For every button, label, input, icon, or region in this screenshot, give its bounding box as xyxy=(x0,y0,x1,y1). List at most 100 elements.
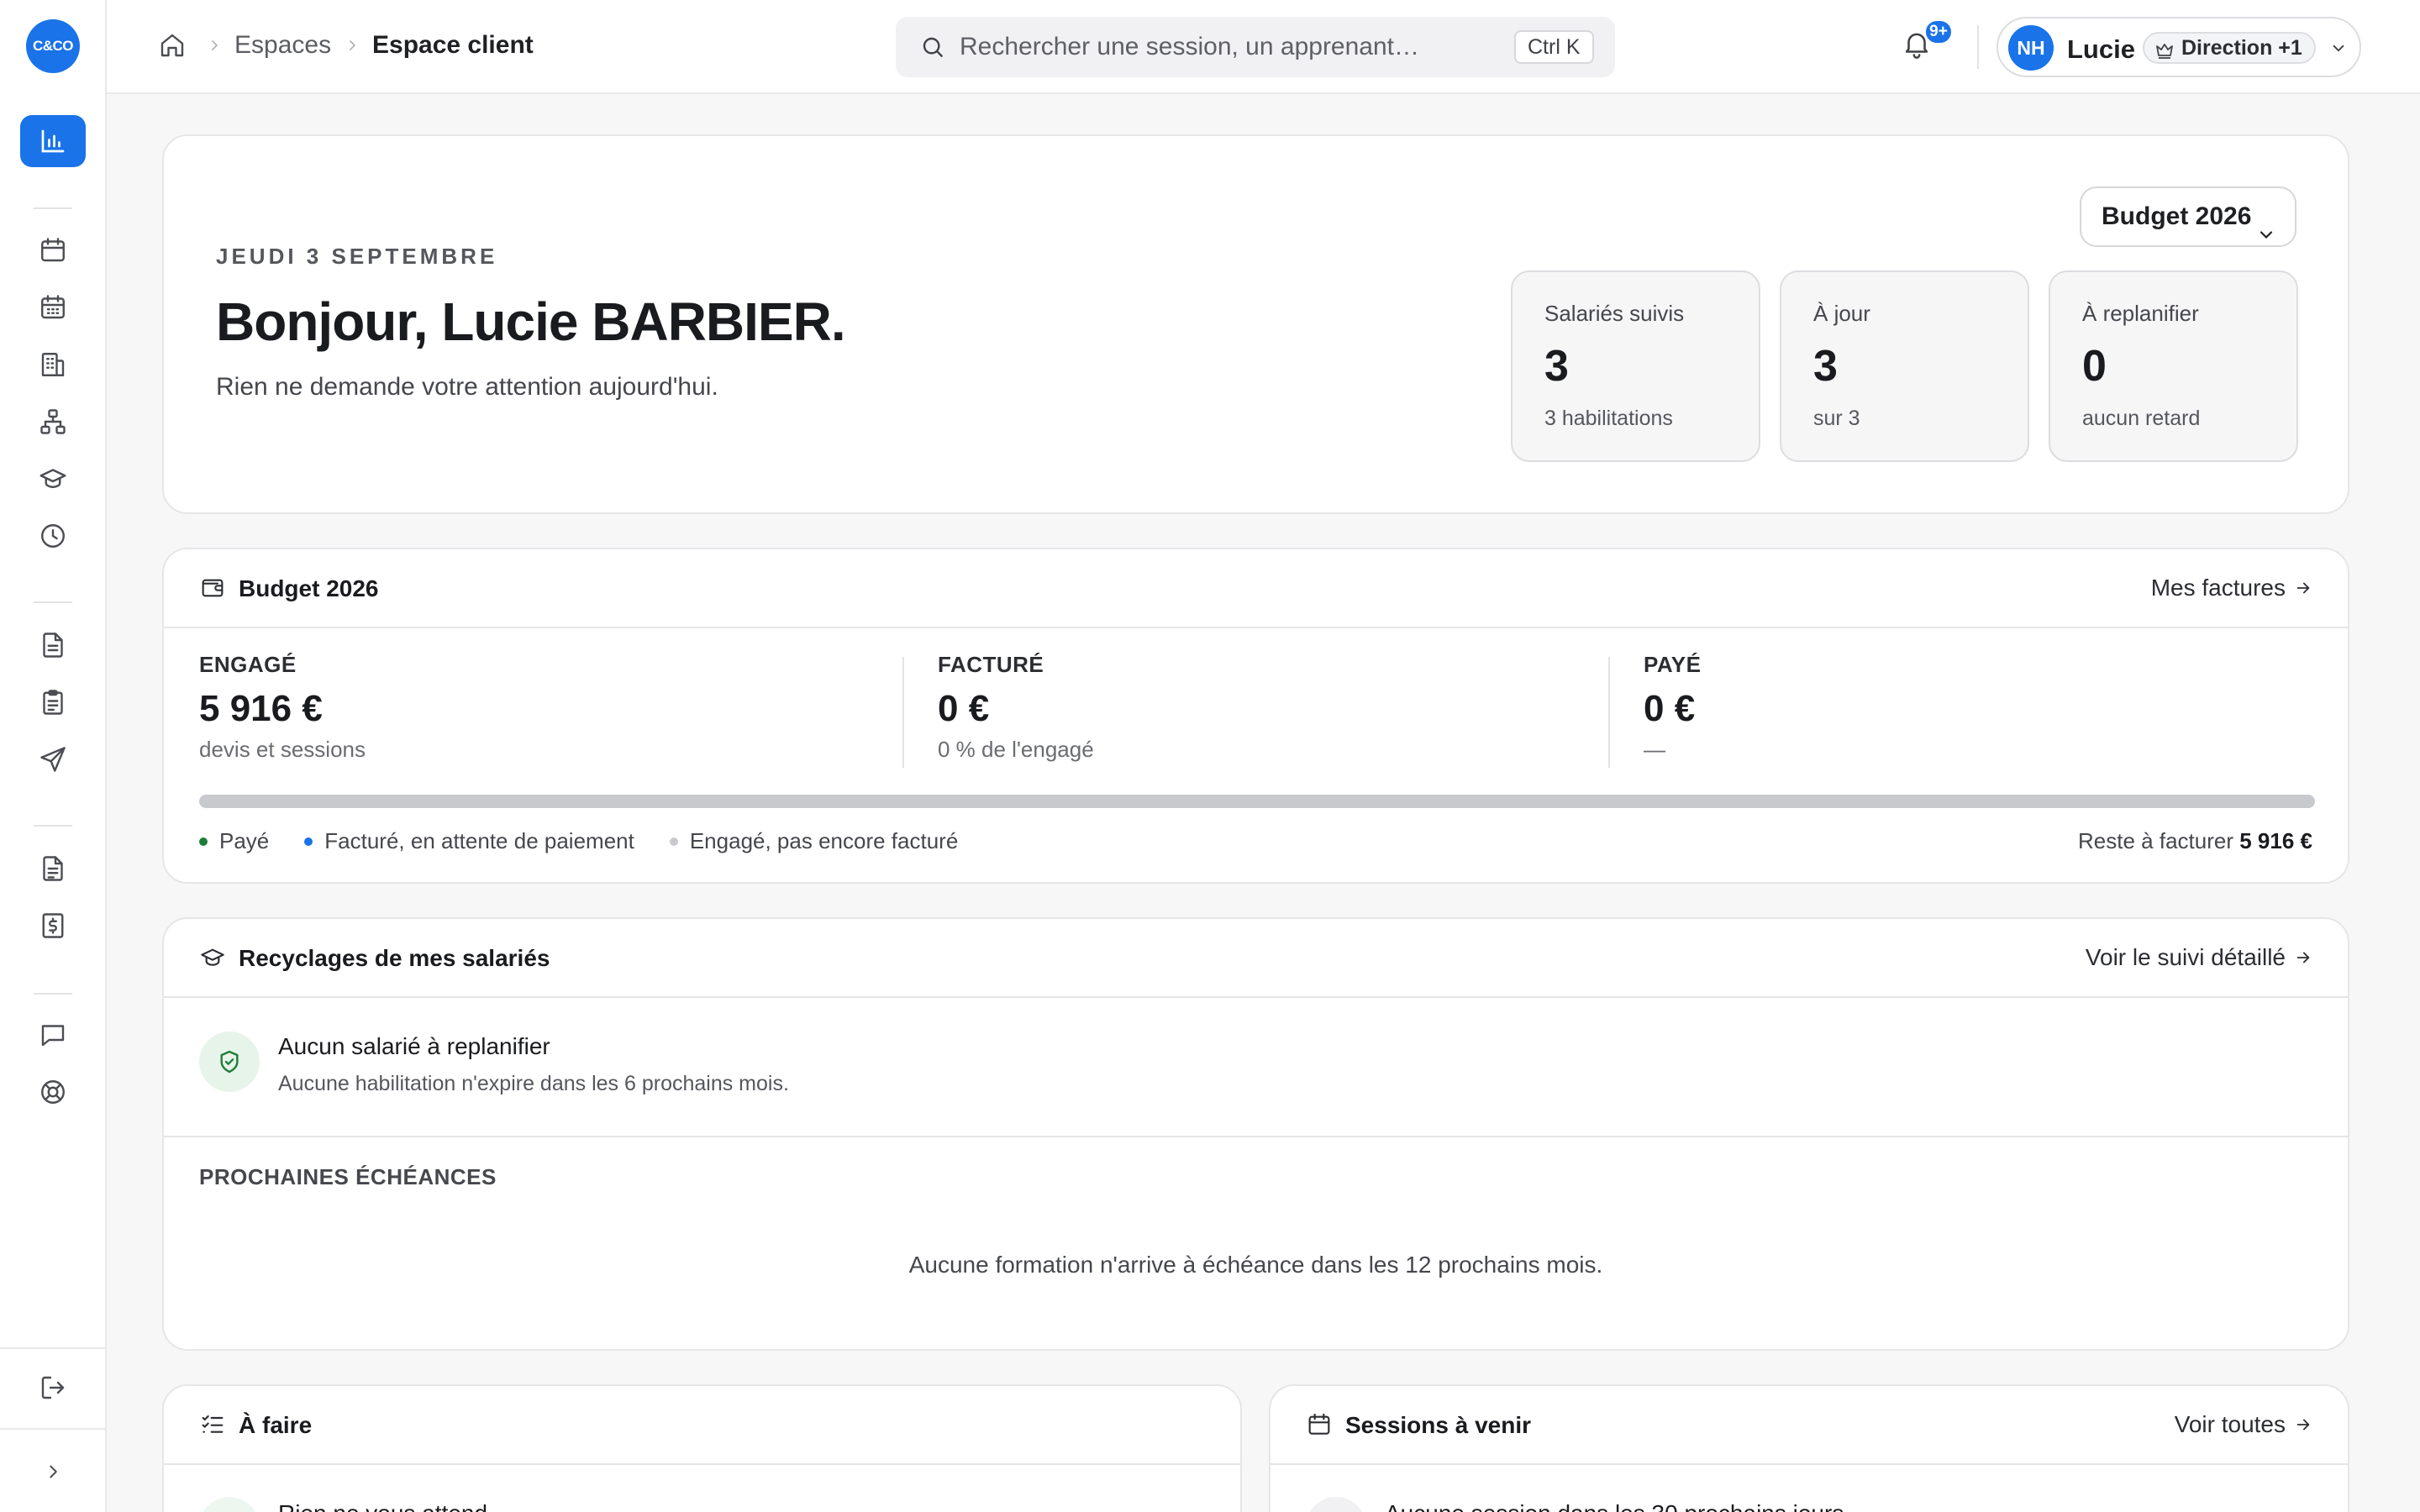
clock-icon xyxy=(41,524,65,548)
sidebar-item-documents[interactable] xyxy=(33,625,73,665)
sidebar-divider xyxy=(0,1428,107,1430)
sidebar-item-support[interactable] xyxy=(33,1072,73,1112)
crown-icon xyxy=(2154,39,2175,59)
legend-dot xyxy=(669,837,678,846)
calendar-grid-icon xyxy=(41,295,65,319)
sidebar-divider xyxy=(0,1347,107,1349)
home-icon[interactable] xyxy=(157,30,187,60)
detailed-tracking-link[interactable]: Voir le suivi détaillé xyxy=(2086,944,2312,971)
budget-col-note: — xyxy=(1644,737,1665,762)
search-input[interactable] xyxy=(960,29,1514,66)
sidebar-item-trainings[interactable] xyxy=(33,459,73,499)
budget-year-value: Budget 2026 xyxy=(2102,202,2252,230)
link-label: Voir toutes xyxy=(2174,1411,2286,1437)
sessions-empty-state: Aucune session dans les 30 prochains jou… xyxy=(1385,1500,1844,1512)
user-name: Lucie xyxy=(2067,34,2135,64)
budget-col-label: FACTURÉ xyxy=(938,652,1044,677)
recycling-card: Recyclages de mes salariés Voir le suivi… xyxy=(162,917,2349,1351)
lifebuoy-icon xyxy=(41,1080,65,1104)
remaining-value: 5 916 € xyxy=(2239,828,2312,853)
todo-status-icon xyxy=(199,1497,260,1512)
sidebar-item-quotes[interactable] xyxy=(33,848,73,889)
top-bar: Espaces Espace client Ctrl K 9+ NH Lucie… xyxy=(107,0,2420,94)
budget-year-select[interactable]: Budget 2026 xyxy=(2080,186,2296,247)
card-header: Recyclages de mes salariés Voir le suivi… xyxy=(164,919,2348,998)
card-header: À faire xyxy=(164,1386,1240,1465)
budget-col-value: 0 € xyxy=(1644,688,1696,729)
legend-label: Facturé, en attente de paiement xyxy=(324,828,634,853)
search-bar[interactable]: Ctrl K xyxy=(896,17,1615,77)
deadlines-empty-state: Aucune formation n'arrive à échéance dan… xyxy=(908,1252,1603,1278)
card-title: À faire xyxy=(239,1412,313,1438)
sidebar-item-messages-sent[interactable] xyxy=(33,739,73,780)
building-icon xyxy=(41,353,65,376)
greeting-subtitle: Rien ne demande votre attention aujourd'… xyxy=(216,373,718,401)
bar-chart-icon xyxy=(41,129,65,153)
stat-value: 0 xyxy=(2082,342,2107,391)
brand-logo[interactable]: C&CO xyxy=(26,19,80,73)
sidebar-divider xyxy=(34,993,72,995)
stat-value: 3 xyxy=(1813,342,1838,391)
remaining-to-invoice: Reste à facturer 5 916 € xyxy=(2078,828,2312,854)
breadcrumb-current: Espace client xyxy=(372,31,534,59)
all-sessions-link[interactable]: Voir toutes xyxy=(2175,1411,2312,1438)
breadcrumb-espaces[interactable]: Espaces xyxy=(234,31,331,60)
deadlines-heading: PROCHAINES ÉCHÉANCES xyxy=(199,1164,497,1189)
sidebar-item-companies[interactable] xyxy=(33,344,73,385)
role-label: Direction +1 xyxy=(2181,36,2302,60)
arrow-right-icon xyxy=(2296,952,2310,963)
sidebar-item-invoices[interactable] xyxy=(33,906,73,946)
welcome-card: JEUDI 3 SEPTEMBRE Bonjour, Lucie BARBIER… xyxy=(162,134,2349,514)
arrow-right-icon xyxy=(2296,582,2310,594)
sidebar-item-planning[interactable] xyxy=(33,287,73,328)
budget-col-note: devis et sessions xyxy=(199,737,366,762)
sidebar-item-history[interactable] xyxy=(33,516,73,556)
budget-engaged: ENGAGÉ 5 916 € devis et sessions xyxy=(199,652,366,763)
sidebar-item-calendar[interactable] xyxy=(33,230,73,270)
sidebar-item-checklists[interactable] xyxy=(33,682,73,722)
stat-card-up-to-date[interactable]: À jour 3 sur 3 xyxy=(1780,270,2029,462)
status-subtitle: Aucune habilitation n'expire dans les 6 … xyxy=(278,1072,789,1095)
expand-sidebar-button[interactable] xyxy=(33,1452,73,1492)
chevron-down-icon xyxy=(2329,39,2348,57)
status-title: Aucun salarié à replanifier xyxy=(278,1033,550,1059)
card-title: Sessions à venir xyxy=(1345,1412,1532,1438)
link-label: Mes factures xyxy=(2150,575,2286,601)
stat-card-tracked-employees[interactable]: Salariés suivis 3 3 habilitations xyxy=(1511,270,1760,462)
stat-card-to-reschedule[interactable]: À replanifier 0 aucun retard xyxy=(2049,270,2298,462)
sidebar-item-dashboard[interactable] xyxy=(20,115,86,167)
budget-col-label: ENGAGÉ xyxy=(199,652,297,677)
chevron-right-icon xyxy=(206,37,223,54)
budget-col-value: 0 € xyxy=(938,688,990,729)
divider xyxy=(1977,25,1979,69)
divider xyxy=(164,1136,2348,1137)
org-chart-icon xyxy=(40,409,66,434)
sidebar-divider xyxy=(34,825,72,827)
sidebar-divider xyxy=(34,601,72,603)
sidebar-divider xyxy=(34,207,72,209)
invoice-dollar-icon xyxy=(42,913,64,938)
logout-button[interactable] xyxy=(33,1368,73,1408)
wallet-icon xyxy=(199,575,226,601)
legend-dot xyxy=(199,837,208,846)
link-label: Voir le suivi détaillé xyxy=(2085,944,2286,970)
divider xyxy=(902,657,904,768)
stat-value: 3 xyxy=(1544,342,1569,391)
stat-label: Salariés suivis xyxy=(1544,301,1685,326)
budget-col-label: PAYÉ xyxy=(1644,652,1702,677)
todo-card: À faire Rien ne vous attend xyxy=(162,1384,1242,1512)
sidebar-item-organization[interactable] xyxy=(33,402,73,442)
legend-item-paid: Payé xyxy=(199,828,269,854)
budget-legend: Payé Facturé, en attente de paiement Eng… xyxy=(199,828,958,854)
file-text-icon xyxy=(43,856,63,881)
checklist-icon xyxy=(199,1411,226,1438)
arrow-right-icon xyxy=(2296,1419,2310,1431)
card-title: Budget 2026 xyxy=(239,575,379,601)
stat-note: aucun retard xyxy=(2082,407,2201,430)
user-menu[interactable]: NH Lucie Direction +1 xyxy=(1996,17,2361,77)
notification-badge: 9+ xyxy=(1923,18,1954,45)
sidebar-item-chat[interactable] xyxy=(33,1015,73,1055)
legend-label: Engagé, pas encore facturé xyxy=(689,828,959,853)
invoices-link[interactable]: Mes factures xyxy=(2151,575,2312,601)
chevron-right-icon xyxy=(50,1465,57,1478)
